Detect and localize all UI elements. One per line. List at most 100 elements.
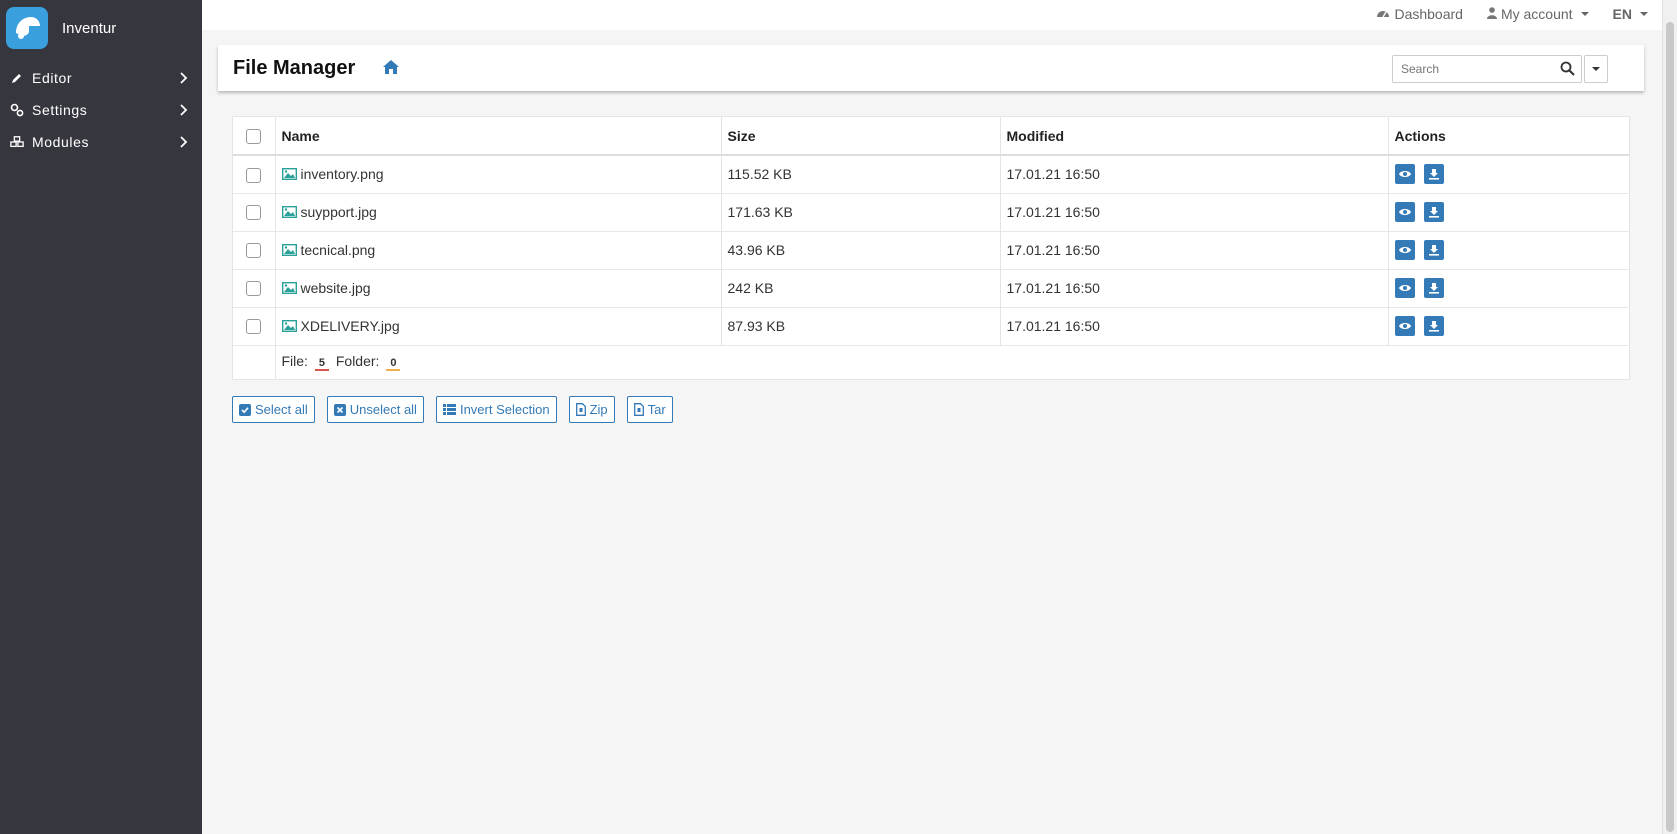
download-icon	[1429, 169, 1440, 180]
table-row[interactable]: suypport.jpg 171.63 KB 17.01.21 16:50	[233, 192, 1629, 231]
pencil-icon	[10, 71, 24, 85]
eye-icon	[1398, 247, 1411, 253]
eye-icon	[1398, 285, 1411, 291]
file-name: XDELIVERY.jpg	[300, 317, 400, 334]
view-button[interactable]	[1394, 316, 1415, 336]
chevron-right-icon	[180, 71, 188, 87]
app-logo	[6, 7, 48, 49]
account-label: My account	[1500, 6, 1573, 22]
search-input[interactable]	[1393, 56, 1543, 82]
file-modified: 17.01.21 16:50	[999, 268, 1388, 307]
row-checkbox[interactable]	[246, 281, 262, 297]
unselect-all-button[interactable]: Unselect all	[326, 396, 424, 423]
download-icon	[1429, 283, 1440, 294]
table-row[interactable]: tecnical.png 43.96 KB 17.01.21 16:50	[233, 230, 1629, 269]
sidebar-item-label: Modules	[32, 134, 90, 150]
page-scrollbar[interactable]	[1662, 0, 1677, 834]
row-checkbox[interactable]	[246, 167, 262, 183]
zip-label: Zip	[589, 402, 608, 417]
checkbox-checked-icon	[239, 403, 251, 416]
table-row[interactable]: XDELIVERY.jpg 87.93 KB 17.01.21 16:50	[233, 306, 1629, 345]
language-menu[interactable]: EN	[1613, 6, 1648, 22]
file-archive-icon	[633, 403, 644, 416]
dashboard-link[interactable]: Dashboard	[1376, 6, 1463, 22]
image-file-icon	[281, 319, 297, 332]
checkbox-x-icon	[333, 403, 346, 416]
folder-count-label: Folder:	[335, 353, 380, 370]
table-footer-row: File: 5 Folder: 0	[233, 344, 1629, 379]
download-icon	[1429, 207, 1440, 218]
select-all-button[interactable]: Select all	[232, 396, 315, 423]
dashboard-label: Dashboard	[1394, 6, 1463, 22]
sidebar-nav: Editor Settings Modules	[0, 62, 202, 158]
column-actions: Actions	[1387, 117, 1629, 156]
home-icon[interactable]	[382, 59, 400, 78]
column-size: Size	[720, 117, 1000, 156]
file-archive-icon	[575, 403, 586, 416]
eye-icon	[1398, 323, 1411, 329]
sidebar-item-label: Settings	[32, 102, 88, 118]
image-file-icon	[281, 167, 297, 180]
scrollbar-thumb[interactable]	[1666, 22, 1674, 832]
download-button[interactable]	[1424, 240, 1445, 260]
invert-selection-button[interactable]: Invert Selection	[435, 396, 557, 423]
file-count-badge: 5	[314, 357, 329, 372]
chevron-right-icon	[180, 103, 188, 119]
file-size: 43.96 KB	[720, 230, 1000, 269]
eye-icon	[1398, 171, 1411, 178]
brand[interactable]: Inventur	[0, 0, 202, 56]
search-options-button[interactable]	[1584, 55, 1608, 83]
file-name: website.jpg	[300, 279, 371, 296]
sidebar-item-modules[interactable]: Modules	[0, 126, 202, 158]
zip-button[interactable]: Zip	[568, 396, 615, 423]
file-link[interactable]: website.jpg	[281, 279, 371, 296]
sidebar: Inventur Editor Settings Modules	[0, 0, 202, 834]
page-header: File Manager	[218, 45, 1644, 91]
sidebar-item-editor[interactable]: Editor	[0, 62, 202, 94]
view-button[interactable]	[1394, 240, 1415, 260]
language-label: EN	[1612, 6, 1632, 22]
list-icon	[442, 404, 456, 415]
download-button[interactable]	[1424, 316, 1445, 336]
image-file-icon	[281, 243, 297, 256]
row-checkbox[interactable]	[246, 243, 262, 259]
row-checkbox[interactable]	[246, 205, 262, 221]
table-header-row: Name Size Modified Actions	[233, 117, 1629, 156]
file-name: suypport.jpg	[300, 203, 377, 220]
table-row[interactable]: inventory.png 115.52 KB 17.01.21 16:50	[233, 154, 1629, 193]
invert-selection-label: Invert Selection	[459, 402, 550, 417]
sidebar-item-settings[interactable]: Settings	[0, 94, 202, 126]
file-modified: 17.01.21 16:50	[999, 192, 1388, 231]
download-button[interactable]	[1424, 164, 1445, 185]
view-button[interactable]	[1394, 164, 1415, 185]
caret-down-icon	[1640, 12, 1648, 16]
user-icon	[1486, 6, 1497, 22]
select-all-checkbox[interactable]	[246, 128, 262, 144]
sidebar-item-label: Editor	[32, 70, 73, 86]
file-size: 242 KB	[720, 268, 1000, 307]
file-link[interactable]: XDELIVERY.jpg	[281, 317, 400, 334]
caret-down-icon	[1580, 12, 1589, 16]
account-menu[interactable]: My account	[1486, 6, 1589, 22]
top-bar: Dashboard My account EN	[202, 0, 1662, 30]
view-button[interactable]	[1394, 202, 1415, 222]
settings-icon	[10, 103, 24, 117]
download-button[interactable]	[1424, 278, 1445, 298]
view-button[interactable]	[1394, 278, 1415, 298]
file-size: 87.93 KB	[720, 306, 1000, 345]
download-button[interactable]	[1424, 202, 1445, 222]
search-box	[1392, 55, 1582, 83]
tar-label: Tar	[647, 402, 666, 417]
download-icon	[1429, 321, 1440, 332]
row-checkbox[interactable]	[246, 319, 262, 335]
file-link[interactable]: tecnical.png	[281, 241, 376, 258]
table-row[interactable]: website.jpg 242 KB 17.01.21 16:50	[233, 268, 1629, 307]
tar-button[interactable]: Tar	[626, 396, 673, 423]
chevron-right-icon	[180, 135, 188, 151]
file-link[interactable]: suypport.jpg	[281, 203, 377, 220]
file-name: tecnical.png	[300, 241, 376, 258]
dashboard-icon	[1376, 6, 1390, 22]
search-icon[interactable]	[1560, 61, 1575, 79]
page-title: File Manager	[233, 57, 356, 79]
file-link[interactable]: inventory.png	[281, 166, 384, 182]
